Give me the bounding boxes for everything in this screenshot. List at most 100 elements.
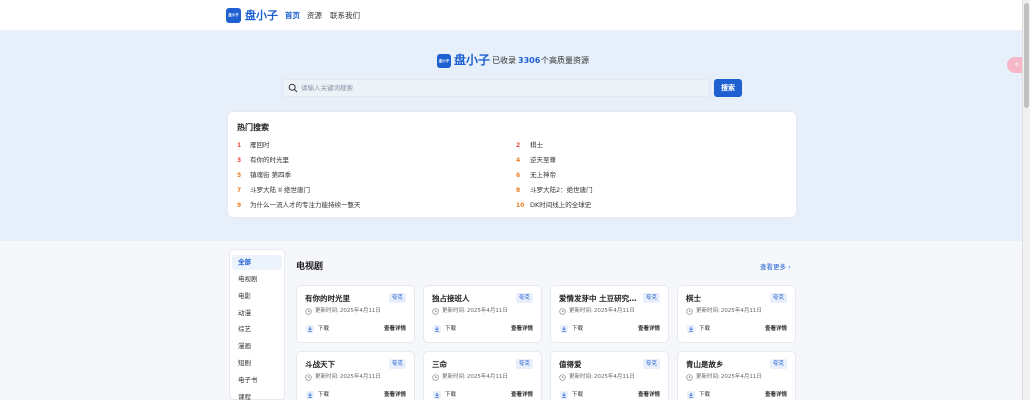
card-time-label: 更新时间:: [696, 308, 720, 314]
view-more-link[interactable]: 查看更多 ›: [760, 262, 791, 272]
download-icon[interactable]: [306, 391, 314, 399]
card-detail-button[interactable]: 查看详情: [384, 391, 406, 399]
card-time-label: 更新时间:: [442, 308, 466, 314]
card-download-button[interactable]: 下载: [318, 391, 329, 399]
hot-search-item[interactable]: 为什么一流人才的专注力能持续一整天: [250, 201, 361, 210]
search-box: [282, 79, 710, 97]
download-icon[interactable]: [433, 325, 441, 333]
category-comic[interactable]: 漫画: [232, 339, 282, 354]
card-download-button[interactable]: 下载: [572, 325, 583, 333]
card-title[interactable]: 棋士: [686, 294, 770, 304]
card-detail-button[interactable]: 查看详情: [765, 325, 787, 333]
hot-search-item[interactable]: 雁回时: [250, 141, 270, 150]
card-detail-button[interactable]: 查看详情: [384, 325, 406, 333]
download-icon[interactable]: [306, 325, 314, 333]
resource-card[interactable]: 棋士 夸克 更新时间:2025年4月11日 下载 查看详情: [677, 285, 796, 343]
card-title[interactable]: 斗战天下: [305, 360, 389, 370]
top-nav: 盘小子 盘小子 首页 资源 联系我们: [0, 0, 1022, 31]
resource-card[interactable]: 爱情发芽中 土豆研究… 夸克 更新时间:2025年4月11日 下载 查看详情: [550, 285, 669, 343]
card-tag: 夸克: [388, 359, 406, 369]
resource-card[interactable]: 有你的时光里 夸克 更新时间:2025年4月11日 下载 查看详情: [296, 285, 415, 343]
card-detail-button[interactable]: 查看详情: [511, 325, 533, 333]
card-tag: 夸克: [388, 293, 406, 303]
download-icon[interactable]: [433, 391, 441, 399]
hot-search-item[interactable]: 镇魂街 第四季: [250, 171, 291, 180]
category-all[interactable]: 全部: [232, 255, 282, 270]
hot-search-item[interactable]: 无上神帝: [530, 171, 556, 180]
nav-link-contact[interactable]: 联系我们: [330, 10, 360, 21]
card-time-value: 2025年4月11日: [593, 308, 635, 314]
card-title[interactable]: 值得爱: [559, 360, 643, 370]
resource-card[interactable]: 独占接班人 夸克 更新时间:2025年4月11日 下载 查看详情: [423, 285, 542, 343]
card-detail-button[interactable]: 查看详情: [765, 391, 787, 399]
hot-rank: 8: [516, 187, 521, 194]
hero-brand: 盘小子: [454, 53, 491, 67]
category-anime[interactable]: 动漫: [232, 306, 282, 321]
card-title[interactable]: 有你的时光里: [305, 294, 389, 304]
hot-rank: 3: [237, 157, 242, 164]
card-tag: 夸克: [515, 359, 533, 369]
brand-name[interactable]: 盘小子: [245, 8, 278, 23]
logo-icon[interactable]: 盘小子: [226, 8, 241, 23]
category-movie[interactable]: 电影: [232, 289, 282, 304]
card-detail-button[interactable]: 查看详情: [511, 391, 533, 399]
card-tag: 夸克: [769, 293, 787, 303]
card-download-button[interactable]: 下载: [318, 325, 329, 333]
clock-icon: [559, 374, 566, 381]
card-download-button[interactable]: 下载: [572, 391, 583, 399]
hot-search-item[interactable]: 有你的时光里: [250, 156, 289, 165]
chevron-right-icon: ›: [788, 263, 791, 271]
resource-card[interactable]: 斗战天下 夸克 更新时间:2025年4月11日 下载 查看详情: [296, 351, 415, 400]
card-detail-button[interactable]: 查看详情: [638, 391, 660, 399]
card-download-button[interactable]: 下载: [445, 325, 456, 333]
hot-search-title: 热门搜索: [237, 123, 269, 132]
card-title[interactable]: 独占接班人: [432, 294, 516, 304]
hot-rank: 1: [237, 142, 242, 149]
nav-link-resources[interactable]: 资源: [307, 10, 322, 21]
hot-rank: 2: [516, 142, 521, 149]
card-download-button[interactable]: 下载: [699, 391, 710, 399]
nav-link-home[interactable]: 首页: [285, 10, 300, 21]
clock-icon: [305, 374, 312, 381]
hot-search-item[interactable]: DK时间线上的全球史: [530, 201, 591, 210]
card-tag: 夸克: [769, 359, 787, 369]
resource-card[interactable]: 值得爱 夸克更新时间:2025年4月11日下载 查看详情: [550, 351, 669, 400]
hot-search-item[interactable]: 斗罗大陆 II 绝世唐门: [250, 186, 310, 195]
category-short-drama[interactable]: 短剧: [232, 356, 282, 371]
search-button[interactable]: 搜索: [714, 79, 742, 97]
category-course[interactable]: 课程: [232, 390, 282, 400]
search-input[interactable]: [301, 80, 701, 96]
card-download-button[interactable]: 下载: [699, 325, 710, 333]
card-time-value: 2025年4月11日: [466, 308, 508, 314]
hot-rank: 6: [516, 172, 521, 179]
hot-search-item[interactable]: 逆天至尊: [530, 156, 556, 165]
card-title[interactable]: 爱情发芽中 土豆研究…: [559, 294, 643, 304]
download-icon[interactable]: [560, 391, 568, 399]
download-icon[interactable]: [687, 325, 695, 333]
scrollbar-thumb[interactable]: [1024, 3, 1029, 108]
view-more-label[interactable]: 查看更多: [760, 263, 786, 271]
category-tv[interactable]: 电视剧: [232, 272, 282, 287]
card-download-button[interactable]: 下载: [445, 391, 456, 399]
download-icon[interactable]: [687, 391, 695, 399]
card-detail-button[interactable]: 查看详情: [638, 325, 660, 333]
download-icon[interactable]: [560, 325, 568, 333]
card-time-label: 更新时间:: [569, 374, 593, 380]
card-time-value: 2025年4月11日: [593, 374, 635, 380]
category-ebook[interactable]: 电子书: [232, 373, 282, 388]
page-scrollbar[interactable]: [1022, 0, 1030, 400]
card-title[interactable]: 青山是故乡: [686, 360, 770, 370]
resource-card[interactable]: 三命 夸克 更新时间:2025年4月11日 下载 查看详情: [423, 351, 542, 400]
clock-icon: [559, 308, 566, 315]
category-variety[interactable]: 综艺: [232, 322, 282, 337]
hot-search-item[interactable]: 斗罗大陆2：绝世唐门: [530, 186, 593, 195]
card-tag: 夸克: [642, 359, 660, 369]
hot-search-item[interactable]: 棋士: [530, 141, 543, 150]
card-time-value: 2025年4月11日: [339, 374, 381, 380]
hero-count: 3306: [518, 56, 541, 65]
category-sidebar: 全部 电视剧 电影 动漫 综艺 漫画 短剧 电子书 课程: [229, 249, 285, 400]
card-time-value: 2025年4月11日: [339, 308, 381, 314]
card-title[interactable]: 三命: [432, 360, 516, 370]
resource-card[interactable]: 青山是故乡 夸克 更新时间:2025年4月11日 下载 查看详情: [677, 351, 796, 400]
card-update-time: 更新时间:2025年4月11日: [442, 373, 508, 382]
